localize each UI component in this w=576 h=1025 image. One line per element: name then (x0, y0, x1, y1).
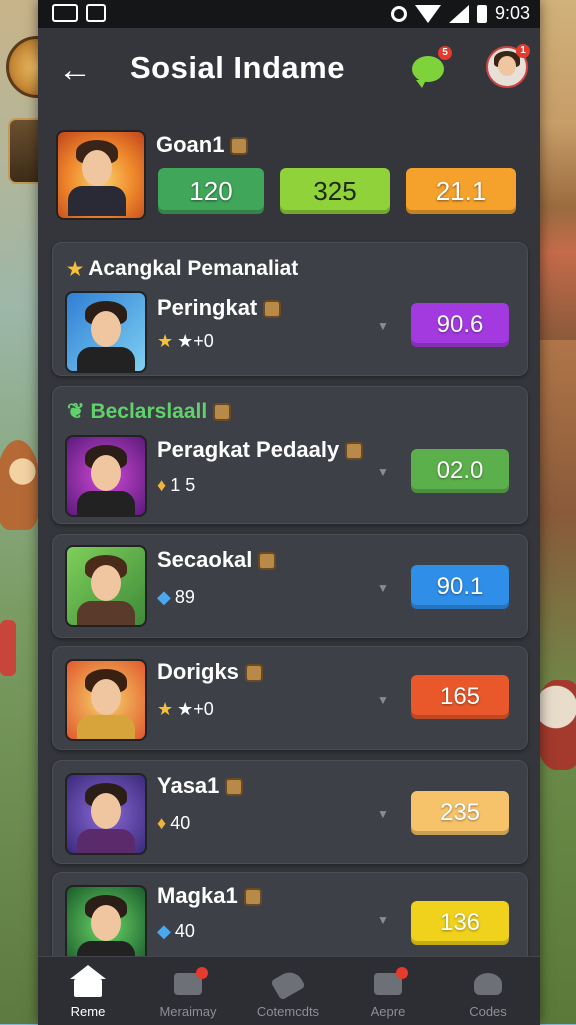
chat-button[interactable]: 5 (412, 46, 452, 88)
level-badge-icon (244, 664, 263, 683)
group-icon (474, 973, 502, 995)
level-badge-icon (213, 403, 232, 422)
top-player-name: Goan1 (156, 132, 249, 158)
nav-list[interactable]: Meraimay (138, 957, 238, 1025)
player-avatar (65, 435, 147, 517)
section-label-2: ❦ Beclarslaall (67, 399, 232, 424)
alarm-icon (390, 5, 407, 22)
player-name: Dorigks (157, 659, 263, 685)
star-icon: ★ (157, 699, 174, 719)
star-icon: ★ (67, 259, 84, 279)
player-avatar (65, 545, 147, 627)
background-pot (0, 620, 16, 676)
player-name: Magka1 (157, 883, 262, 909)
nav-group[interactable]: Codes (438, 957, 538, 1025)
score-badge: 165 (411, 675, 509, 719)
nav-inbox[interactable]: Aepre (338, 957, 438, 1025)
player-stat: ★ ★+0 (157, 331, 214, 351)
chevron-down-icon[interactable]: ▼ (377, 807, 389, 821)
player-stat: ◆ 89 (157, 587, 195, 607)
wifi-icon (414, 4, 441, 23)
level-badge-icon (258, 552, 277, 571)
chevron-down-icon[interactable]: ▼ (377, 319, 389, 333)
nav-badge (196, 967, 208, 979)
tag-icon (270, 967, 306, 1001)
profile-badge: 1 (516, 44, 530, 58)
page-title: Sosial Indame (130, 50, 345, 85)
star-icon: ★ (157, 331, 174, 351)
stat-chip-2: 325 (280, 168, 390, 214)
score-badge: 02.0 (411, 449, 509, 493)
battery-icon (476, 4, 487, 23)
score-badge: 90.6 (411, 303, 509, 347)
level-badge-icon (225, 778, 244, 797)
level-badge-icon (230, 137, 249, 156)
player-name: Yasa1 (157, 773, 244, 799)
player-stat: ♦ 1 5 (157, 475, 196, 495)
back-arrow-icon[interactable]: ← (58, 50, 92, 90)
score-badge: 136 (411, 901, 509, 945)
chevron-down-icon[interactable]: ▼ (377, 581, 389, 595)
list-item[interactable]: Dorigks ★ ★+0 ▼ 165 (52, 646, 528, 750)
player-avatar (65, 773, 147, 855)
chevron-down-icon[interactable]: ▼ (377, 465, 389, 479)
avatar-face (498, 56, 516, 76)
flame-icon: ♦ (157, 813, 167, 833)
player-stat: ♦ 40 (157, 813, 191, 833)
background-dog (0, 440, 40, 530)
section-card-1[interactable]: ★ Acangkal Pemanaliat Peringkat ★ ★+0 ▼ 9… (52, 242, 528, 376)
status-bar: 9:03 (38, 0, 540, 28)
player-stat: ◆ 40 (157, 921, 195, 941)
signal-icon (448, 4, 469, 23)
chevron-down-icon[interactable]: ▼ (377, 693, 389, 707)
leaf-icon: ❦ (67, 400, 85, 423)
player-avatar (65, 659, 147, 741)
player-stat: ★ ★+0 (157, 699, 214, 719)
section-card-2[interactable]: ❦ Beclarslaall Peragkat Pedaaly ♦ 1 5 ▼ 0… (52, 386, 528, 524)
top-player-avatar (56, 130, 146, 220)
bottom-nav: Reme Meraimay Cotemcdts Aepre Codes (38, 956, 540, 1025)
level-badge-icon (345, 442, 364, 461)
player-name: Secaokal (157, 547, 277, 573)
chat-bubble-icon (412, 56, 444, 88)
level-badge-icon (243, 888, 262, 907)
chevron-down-icon[interactable]: ▼ (377, 913, 389, 927)
score-badge: 235 (411, 791, 509, 835)
player-name: Peragkat Pedaaly (157, 437, 364, 463)
stat-chip-3: 21.1 (406, 168, 516, 214)
nav-home[interactable]: Reme (38, 957, 138, 1025)
nav-tag[interactable]: Cotemcdts (238, 957, 338, 1025)
player-avatar (65, 291, 147, 373)
top-player-card[interactable]: Goan1 120 325 21.1 (38, 114, 540, 232)
notification-icon (86, 4, 106, 22)
chat-badge: 5 (438, 46, 452, 60)
background-bear (536, 680, 576, 770)
status-time: 9:03 (494, 3, 530, 23)
player-name: Peringkat (157, 295, 282, 321)
score-badge: 90.1 (411, 565, 509, 609)
list-item[interactable]: Secaokal ◆ 89 ▼ 90.1 (52, 534, 528, 638)
background-house (538, 120, 576, 340)
notification-icon (52, 4, 78, 22)
nav-badge (396, 967, 408, 979)
list-item[interactable]: Yasa1 ♦ 40 ▼ 235 (52, 760, 528, 864)
water-icon: ◆ (157, 921, 171, 941)
player-avatar (65, 885, 147, 967)
section-label-1: ★ Acangkal Pemanaliat (67, 257, 299, 280)
level-badge-icon (263, 300, 282, 319)
social-panel: 9:03 ← Sosial Indame 5 1 Goan1 120 325 2… (38, 0, 540, 1025)
stat-chip-1: 120 (158, 168, 264, 214)
header: ← Sosial Indame 5 1 (38, 28, 540, 114)
home-icon (70, 965, 106, 997)
water-icon: ◆ (157, 587, 171, 607)
flame-icon: ♦ (157, 475, 167, 495)
